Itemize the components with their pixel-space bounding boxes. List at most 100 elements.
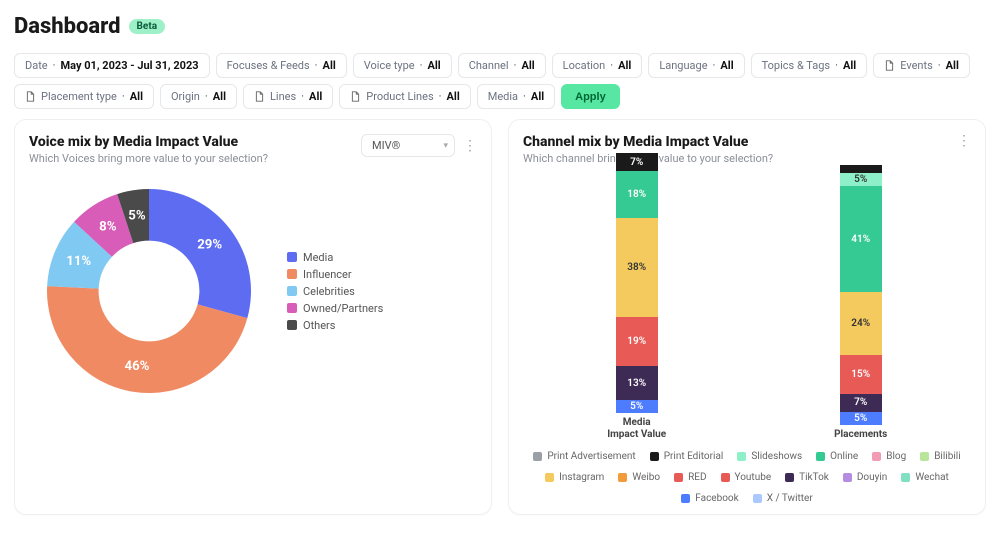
legend-item: Others [287, 319, 383, 332]
legend-swatch [816, 452, 825, 461]
document-icon [884, 60, 895, 71]
filter-value: All [130, 90, 143, 103]
filter-value: All [427, 59, 440, 72]
bar-segment: 15% [840, 355, 882, 394]
filter-value: All [309, 90, 322, 103]
legend-swatch [618, 473, 627, 482]
bar-segment: 41% [840, 186, 882, 293]
legend-item: RED [674, 472, 706, 483]
voice-card-title: Voice mix by Media Impact Value [29, 134, 268, 150]
donut-slice-label: 8% [99, 219, 117, 234]
legend-label: Wechat [915, 472, 948, 483]
legend-label: Celebrities [303, 285, 355, 298]
miv-select-value: MIV® [372, 139, 400, 152]
bar-label: Media Impact Value [607, 417, 667, 441]
filter-value: All [843, 59, 856, 72]
voice-donut-chart: 29%46%11%8%5% [29, 171, 269, 411]
legend-label: Blog [886, 451, 906, 462]
bar-segment [840, 165, 882, 173]
filter-label: Events [900, 59, 933, 72]
filter-value: All [946, 59, 959, 72]
legend-item: Bilibili [920, 451, 960, 462]
filter-chip[interactable]: Lines · All [243, 84, 333, 109]
legend-label: X / Twitter [767, 493, 813, 504]
document-icon [254, 91, 265, 102]
legend-label: Youtube [735, 472, 772, 483]
miv-select[interactable]: MIV® ▾ [361, 134, 455, 157]
donut-slice-label: 11% [66, 254, 91, 269]
legend-swatch [843, 473, 852, 482]
legend-label: Media [303, 251, 333, 264]
legend-item: Weibo [618, 472, 660, 483]
bar-segment: 19% [616, 317, 658, 366]
legend-item: Print Editorial [650, 451, 724, 462]
document-icon [25, 91, 36, 102]
card-menu-icon[interactable]: ⋮ [463, 139, 477, 153]
bar-segment: 18% [616, 171, 658, 218]
donut-slice-label: 29% [197, 237, 222, 252]
channel-legend: Print AdvertisementPrint EditorialSlides… [523, 451, 971, 504]
filter-label: Product Lines [366, 90, 433, 103]
filter-chip[interactable]: Location · All [552, 53, 643, 78]
filter-value: All [720, 59, 733, 72]
legend-label: Influencer [303, 268, 352, 281]
legend-label: Bilibili [934, 451, 960, 462]
filter-chip[interactable]: Channel · All [458, 53, 546, 78]
bar-column: 5%13%19%38%18%7% Media Impact Value [607, 153, 667, 441]
legend-swatch [287, 269, 297, 279]
legend-item: Blog [872, 451, 906, 462]
legend-label: Douyin [857, 472, 887, 483]
filter-chip[interactable]: Origin · All [160, 84, 237, 109]
donut-slice-label: 46% [125, 359, 150, 374]
filter-label: Location [563, 59, 606, 72]
filter-label: Topics & Tags [762, 59, 830, 72]
filter-label: Language [659, 59, 707, 72]
legend-swatch [287, 286, 297, 296]
legend-item: Douyin [843, 472, 887, 483]
page-title: Dashboard [14, 14, 121, 39]
filter-chip[interactable]: Media · All [477, 84, 555, 109]
legend-swatch [681, 494, 690, 503]
filter-label: Lines [270, 90, 296, 103]
legend-label: Weibo [632, 472, 660, 483]
filter-chip[interactable]: Topics & Tags · All [751, 53, 868, 78]
bar-segment: 38% [616, 218, 658, 317]
legend-swatch [721, 473, 730, 482]
filter-label: Placement type [41, 90, 117, 103]
legend-swatch [753, 494, 762, 503]
legend-label: Print Advertisement [547, 451, 635, 462]
apply-button[interactable]: Apply [561, 84, 620, 109]
filter-chip[interactable]: Events · All [873, 53, 970, 78]
document-icon [350, 91, 361, 102]
voice-card-subtitle: Which Voices bring more value to your se… [29, 152, 268, 165]
bar-segment: 5% [840, 412, 882, 425]
filter-chip[interactable]: Product Lines · All [339, 84, 470, 109]
legend-item: Facebook [681, 493, 738, 504]
filter-label: Focuses & Feeds [227, 59, 310, 72]
legend-item: Print Advertisement [533, 451, 635, 462]
filter-chip[interactable]: Voice type · All [353, 53, 452, 78]
channel-bar-chart: 5%13%19%38%18%7%Media Impact Value5%7%15… [523, 171, 971, 441]
bar-column: 5%7%15%24%41%5%Placements [834, 165, 887, 441]
stacked-bar: 5%7%15%24%41%5% [840, 165, 882, 425]
filter-chip[interactable]: Language · All [648, 53, 744, 78]
legend-label: Facebook [695, 493, 738, 504]
legend-label: Online [830, 451, 858, 462]
filter-chip[interactable]: Focuses & Feeds · All [216, 53, 347, 78]
legend-label: TikTok [799, 472, 829, 483]
legend-swatch [872, 452, 881, 461]
filter-chip[interactable]: Date · May 01, 2023 - Jul 31, 2023 [14, 53, 210, 78]
filter-label: Date [25, 59, 48, 72]
card-menu-icon[interactable]: ⋮ [957, 134, 971, 148]
legend-item: Wechat [901, 472, 948, 483]
legend-swatch [650, 452, 659, 461]
filter-chip[interactable]: Placement type · All [14, 84, 154, 109]
filter-value: May 01, 2023 - Jul 31, 2023 [61, 59, 199, 72]
legend-label: Instagram [559, 472, 604, 483]
bar-label: Placements [834, 429, 887, 441]
legend-item: Celebrities [287, 285, 383, 298]
voice-mix-card: Voice mix by Media Impact Value Which Vo… [14, 119, 492, 515]
filter-value: All [447, 90, 460, 103]
stacked-bar: 5%13%19%38%18%7% [616, 153, 658, 413]
chevron-down-icon: ▾ [443, 141, 448, 151]
